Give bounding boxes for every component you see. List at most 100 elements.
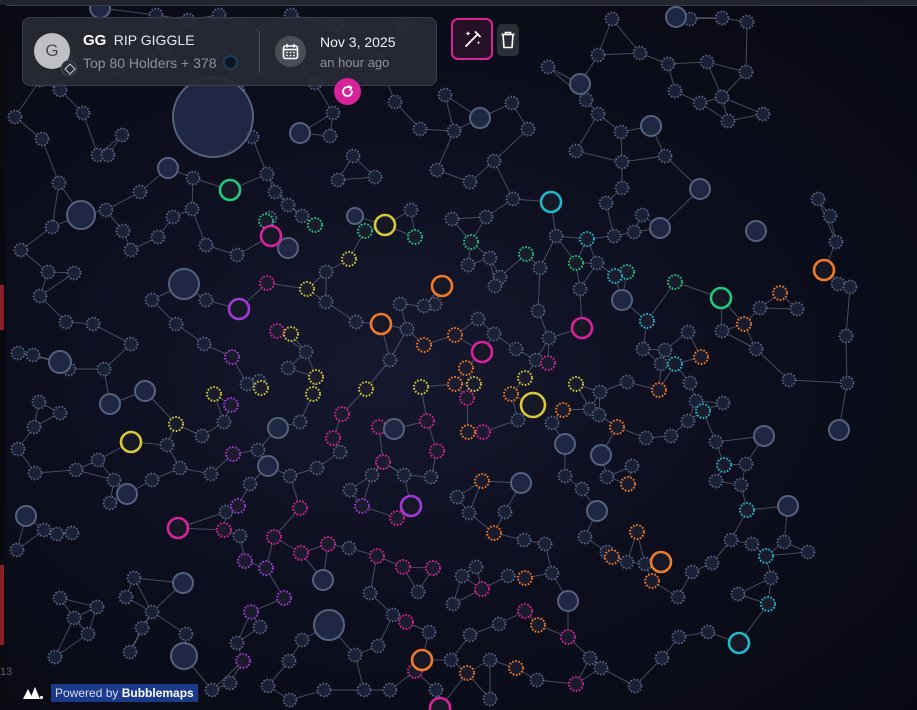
- wallet-bubble[interactable]: [298, 344, 314, 360]
- wallet-bubble[interactable]: [637, 556, 653, 572]
- wallet-bubble[interactable]: [325, 430, 341, 446]
- wallet-bubble[interactable]: [398, 614, 414, 630]
- wallet-bubble[interactable]: [629, 524, 645, 540]
- wallet-bubble[interactable]: [341, 251, 357, 267]
- wallet-bubble[interactable]: [519, 391, 547, 419]
- wallet-bubble[interactable]: [482, 691, 498, 707]
- wallet-bubble[interactable]: [307, 217, 323, 233]
- wallet-bubble[interactable]: [410, 648, 434, 672]
- wallet-bubble[interactable]: [345, 148, 361, 164]
- wallet-bubble[interactable]: [399, 321, 415, 337]
- wallet-bubble[interactable]: [159, 437, 175, 453]
- wallet-bubble[interactable]: [510, 412, 526, 428]
- wallet-bubble[interactable]: [387, 94, 403, 110]
- wallet-bubble[interactable]: [753, 425, 775, 447]
- wallet-bubble[interactable]: [346, 207, 364, 225]
- wallet-bubble[interactable]: [620, 476, 636, 492]
- wallet-bubble[interactable]: [487, 278, 503, 294]
- wallet-bubble[interactable]: [695, 403, 711, 419]
- wallet-bubble[interactable]: [530, 303, 546, 319]
- wallet-bubble[interactable]: [204, 682, 220, 698]
- wallet-bubble[interactable]: [671, 629, 687, 645]
- wallet-bubble[interactable]: [428, 682, 444, 698]
- wallet-bubble[interactable]: [693, 349, 709, 365]
- wallet-bubble[interactable]: [150, 229, 166, 245]
- wallet-bubble[interactable]: [680, 413, 696, 429]
- bubble-map-canvas[interactable]: G GG RIP GIGGLE Top 80 Holders + 378 Nov…: [0, 0, 917, 710]
- wallet-bubble[interactable]: [586, 500, 608, 522]
- wallet-bubble[interactable]: [649, 217, 671, 239]
- wallet-bubble[interactable]: [410, 584, 426, 600]
- wallet-bubble[interactable]: [482, 652, 498, 668]
- wallet-bubble[interactable]: [708, 473, 724, 489]
- calendar-button[interactable]: [275, 36, 306, 67]
- wallet-bubble[interactable]: [341, 540, 357, 556]
- wallet-bubble[interactable]: [258, 560, 274, 576]
- wallet-bubble[interactable]: [196, 336, 212, 352]
- wallet-bubble[interactable]: [651, 382, 667, 398]
- wallet-bubble[interactable]: [437, 87, 453, 103]
- wallet-bubble[interactable]: [530, 617, 546, 633]
- wallet-bubble[interactable]: [738, 64, 754, 80]
- wallet-bubble[interactable]: [777, 495, 799, 517]
- wallet-bubble[interactable]: [425, 560, 441, 576]
- wallet-bubble[interactable]: [462, 627, 478, 643]
- wallet-bubble[interactable]: [27, 465, 43, 481]
- wallet-bubble[interactable]: [505, 191, 521, 207]
- wallet-bubble[interactable]: [99, 393, 121, 415]
- wallet-bubble[interactable]: [568, 676, 584, 692]
- wallet-bubble[interactable]: [51, 175, 67, 191]
- wallet-bubble[interactable]: [482, 250, 498, 266]
- wallet-bubble[interactable]: [708, 434, 724, 450]
- wallet-bubble[interactable]: [369, 312, 393, 336]
- wallet-bubble[interactable]: [517, 370, 533, 386]
- wallet-bubble[interactable]: [375, 454, 391, 470]
- wallet-bubble[interactable]: [9, 542, 25, 558]
- wallet-bubble[interactable]: [810, 191, 826, 207]
- wallet-bubble[interactable]: [7, 109, 23, 125]
- wallet-bubble[interactable]: [403, 202, 419, 218]
- wallet-bubble[interactable]: [504, 95, 520, 111]
- wallet-bubble[interactable]: [118, 589, 134, 605]
- wallet-bubble[interactable]: [224, 349, 240, 365]
- wallet-bubble[interactable]: [614, 154, 630, 170]
- wallet-bubble[interactable]: [463, 234, 479, 250]
- wallet-bubble[interactable]: [639, 313, 655, 329]
- wallet-bubble[interactable]: [13, 242, 29, 258]
- wallet-bubble[interactable]: [281, 653, 297, 669]
- wallet-bubble[interactable]: [15, 505, 37, 527]
- wallet-bubble[interactable]: [373, 213, 397, 237]
- wallet-bubble[interactable]: [144, 292, 160, 308]
- wallet-bubble[interactable]: [178, 626, 194, 642]
- wallet-bubble[interactable]: [294, 208, 310, 224]
- wallet-bubble[interactable]: [714, 10, 730, 26]
- wallet-bubble[interactable]: [598, 195, 614, 211]
- wallet-bubble[interactable]: [446, 123, 462, 139]
- wallet-bubble[interactable]: [699, 54, 715, 70]
- wallet-bubble[interactable]: [421, 624, 437, 640]
- wallet-bubble[interactable]: [838, 328, 854, 344]
- delete-button[interactable]: [497, 24, 519, 56]
- wallet-bubble[interactable]: [357, 223, 373, 239]
- wallet-bubble[interactable]: [540, 355, 556, 371]
- wallet-bubble[interactable]: [614, 180, 630, 196]
- wallet-bubble[interactable]: [568, 376, 584, 392]
- wallet-bubble[interactable]: [416, 298, 432, 314]
- wallet-bubble[interactable]: [235, 653, 251, 669]
- wallet-bubble[interactable]: [114, 127, 130, 143]
- wallet-bubble[interactable]: [733, 477, 749, 493]
- wallet-bubble[interactable]: [624, 458, 640, 474]
- wallet-bubble[interactable]: [568, 255, 584, 271]
- wallet-bubble[interactable]: [613, 124, 629, 140]
- wallet-bubble[interactable]: [428, 696, 452, 710]
- wallet-bubble[interactable]: [590, 47, 606, 63]
- wallet-bubble[interactable]: [347, 647, 363, 663]
- wallet-bubble[interactable]: [830, 276, 846, 292]
- wallet-bubble[interactable]: [367, 169, 383, 185]
- wallet-bubble[interactable]: [607, 268, 623, 284]
- wallet-bubble[interactable]: [748, 341, 764, 357]
- wallet-bubble[interactable]: [486, 326, 502, 342]
- wallet-bubble[interactable]: [106, 472, 122, 488]
- holder-bubbles[interactable]: [7, 0, 858, 710]
- wallet-bubble[interactable]: [427, 296, 443, 312]
